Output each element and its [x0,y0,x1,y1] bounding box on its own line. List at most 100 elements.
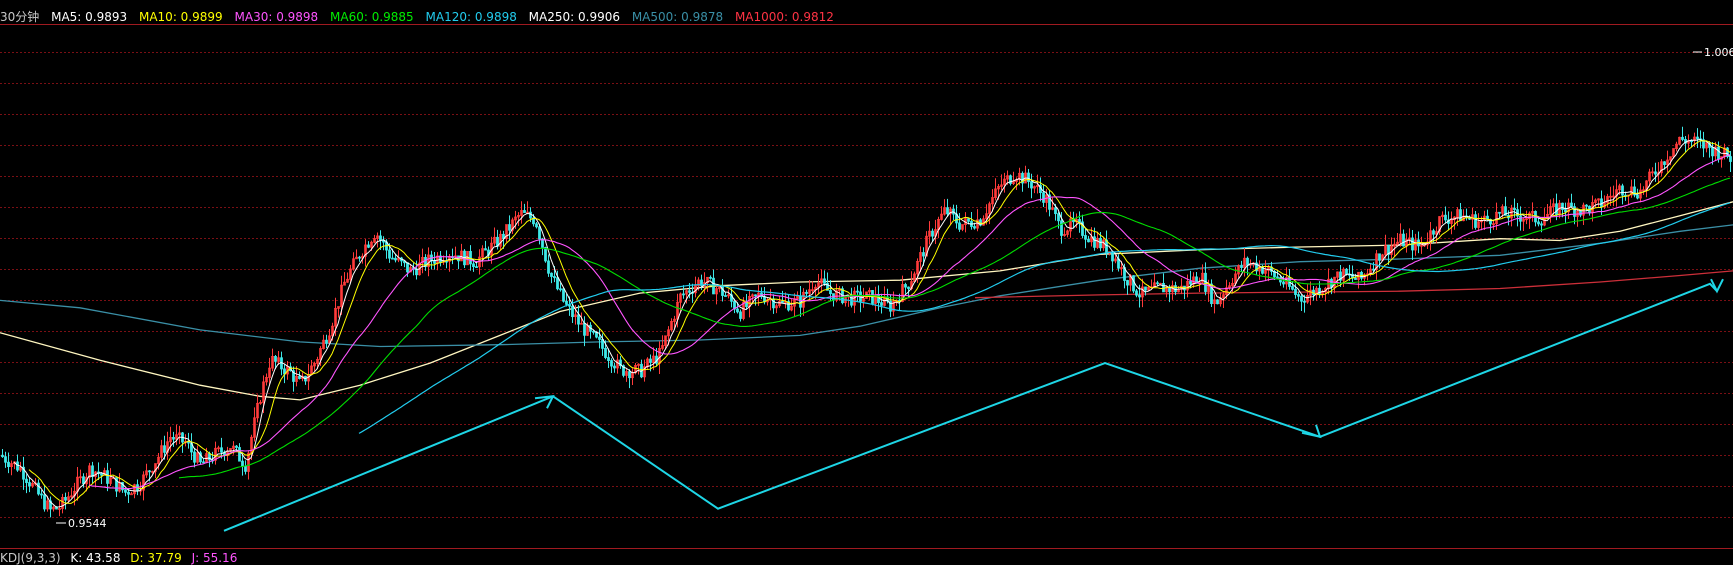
candle-body [274,356,277,362]
candle-body [856,290,859,293]
candle-body [1291,286,1294,290]
candle-body [172,437,175,440]
candle-body [1162,283,1165,293]
candle-body [1537,221,1540,225]
candle-body [1282,281,1285,285]
candle-body [1,454,4,458]
candle-body [907,286,910,289]
candle-body [1711,147,1714,157]
arrow-head-down-2 [1710,278,1724,294]
grid-lines [0,24,1733,549]
candle-body [577,314,580,325]
candle-body [1444,214,1447,221]
candle-body [628,371,631,379]
candle-body [598,336,601,340]
candle-body [40,493,43,496]
candle-body [1318,287,1321,295]
candle-body [193,451,196,463]
candle-body [544,247,547,262]
candle-body [1189,281,1192,285]
candle-body [1681,136,1684,140]
candle-body [7,461,10,468]
candle-body [391,257,394,260]
candle-body [244,465,247,472]
candle-body [547,260,550,274]
candle-body [1126,280,1129,286]
candle-body [16,461,19,471]
candle-body [535,223,538,228]
candle-body [739,311,742,319]
candle-body [235,445,238,448]
candle-body [367,244,370,248]
candle-body [805,291,808,294]
candle-body [1240,265,1243,268]
candle-body [1027,172,1030,182]
candle-body [469,251,472,265]
candle-body [550,272,553,277]
candle-body [202,461,205,464]
candle-body [556,277,559,290]
candle-body [1060,220,1063,236]
candle-body [958,222,961,230]
candle-body [565,300,568,305]
candle-body [100,473,103,476]
candle-body [25,478,28,483]
candle-body [1540,223,1543,226]
candle-body [475,266,478,269]
candle-body [1135,290,1138,296]
candle-body [1030,181,1033,189]
candle-body [682,293,685,296]
candle-body [1138,294,1141,298]
candle-body [4,456,7,463]
candle-body [37,482,40,495]
candle-body [28,482,31,487]
candle-body [220,447,223,453]
candle-body [1561,202,1564,210]
candle-body [1087,238,1090,243]
candle-body [931,230,934,237]
candle-body [415,268,418,276]
candle-body [904,284,907,288]
candle-body [922,252,925,257]
candle-body [130,493,133,496]
candle-body [781,300,784,303]
candle-body [1498,211,1501,214]
candle-body [736,308,739,313]
candle-body [1084,235,1087,240]
high-price-label: 1.006 [1704,46,1733,59]
candle-body [607,357,610,361]
kline-chart[interactable]: 30分钟 MA5: 0.9893 MA10: 0.9899 MA30: 0.98… [0,0,1733,565]
candle-body [604,347,607,358]
candle-body [64,497,67,501]
candle-body [946,207,949,215]
kdj-d-value: D: 37.79 [130,551,182,565]
candle-body [472,263,475,268]
candle-body [1564,209,1567,213]
candle-body [529,211,532,219]
candle-body [1174,285,1177,293]
candle-body [1294,288,1297,295]
candle-body [649,358,652,363]
price-plot[interactable]: 1.006 0.9544 [0,0,1733,560]
kdj-j-value: J: 55.16 [191,551,238,565]
trend-arrow-2 [552,282,1718,510]
candle-body [721,285,724,296]
candle-body [394,257,397,261]
candle-body [1621,185,1624,196]
candle-body [1345,268,1348,275]
candle-body [562,288,565,302]
candle-body [1297,294,1300,297]
candle-body [1132,275,1135,292]
candle-body [1729,156,1732,162]
candle-body [1585,204,1588,207]
candle-body [1042,192,1045,203]
candle-body [1300,295,1303,302]
candle-body [592,330,595,333]
candle-body [148,470,151,473]
candle-body [559,288,562,291]
candle-body [583,322,586,336]
candle-body [1654,171,1657,175]
candle-body [1216,299,1219,305]
candle-body [1156,282,1159,285]
trend-arrows [223,278,1724,532]
